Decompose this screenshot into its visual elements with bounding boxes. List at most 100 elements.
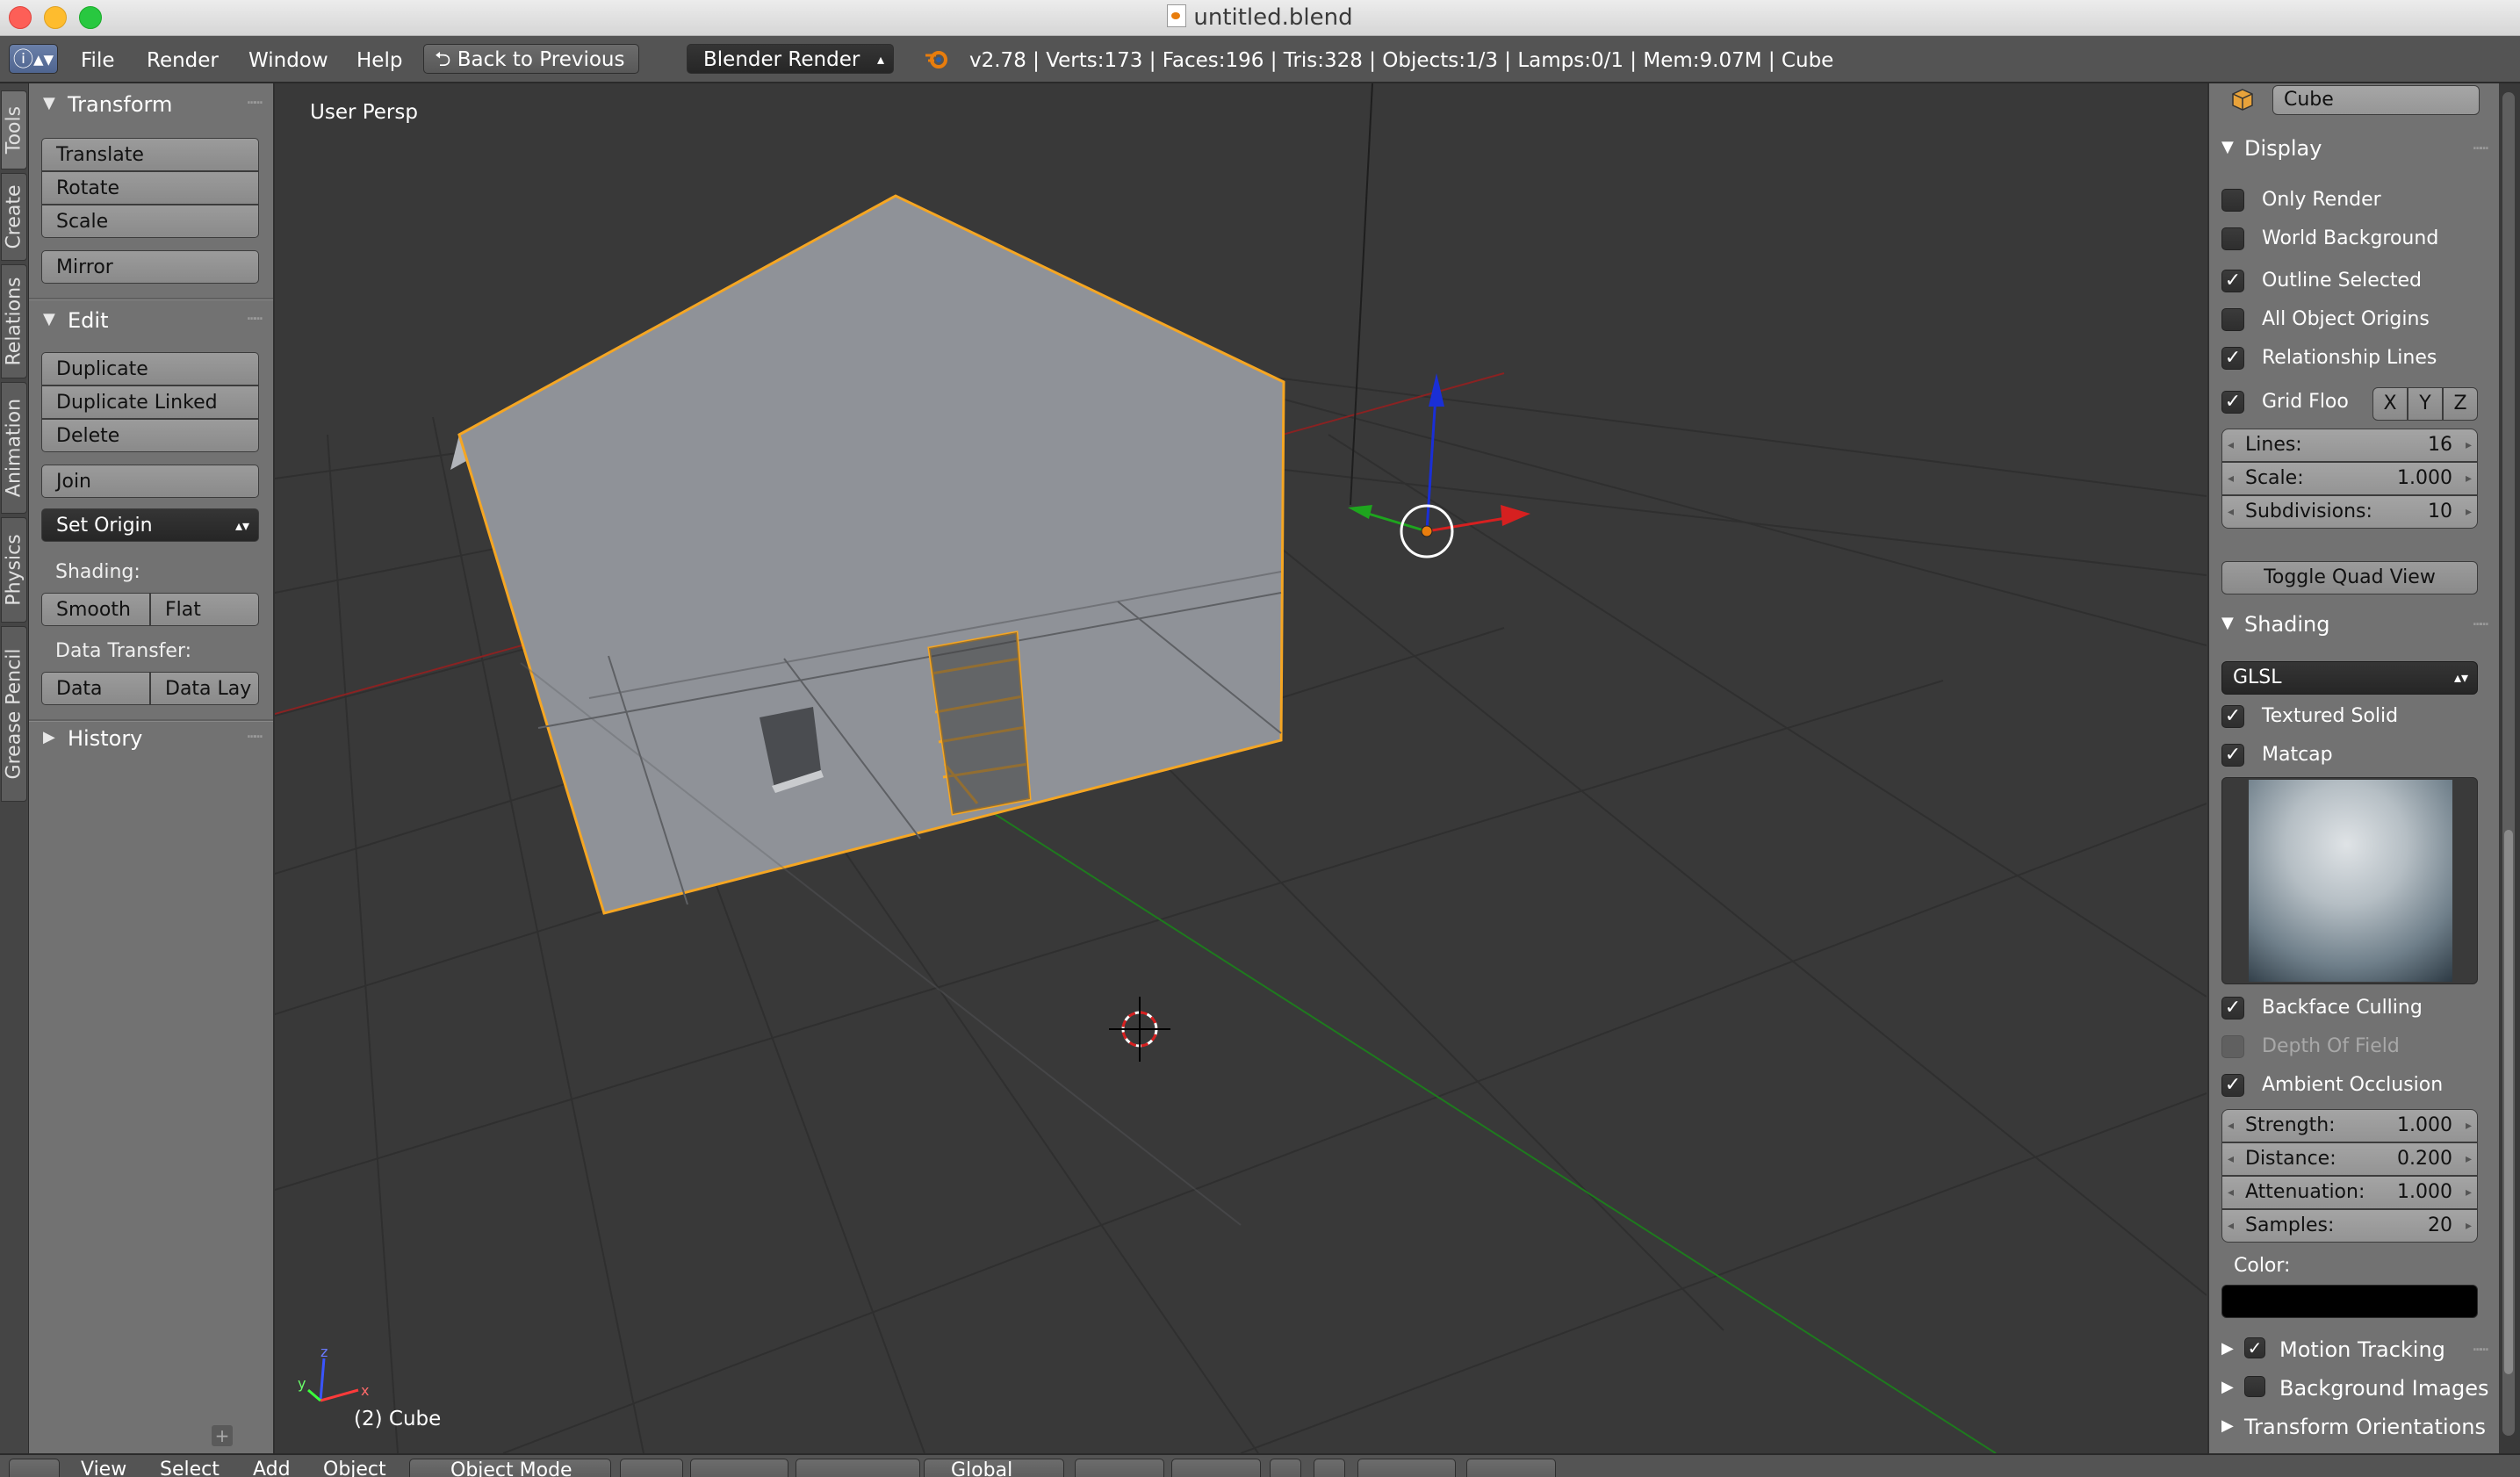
grid-axis-z-toggle[interactable]: Z <box>2443 387 2478 421</box>
checkbox-unchecked[interactable] <box>2221 189 2244 212</box>
increment-arrow-icon[interactable]: ▸ <box>2466 1210 2472 1242</box>
checkbox-unchecked[interactable] <box>2221 308 2244 331</box>
only-render-checkbox[interactable]: Only Render <box>2209 187 2499 217</box>
pivot-point-dropdown[interactable] <box>690 1459 788 1477</box>
ao-distance-field[interactable]: ◂ Distance: 0.200 ▸ <box>2221 1142 2478 1176</box>
increment-arrow-icon[interactable]: ▸ <box>2466 429 2472 461</box>
drag-grip-icon[interactable]: ┅┅ <box>2473 616 2488 632</box>
checkmark-icon[interactable]: ✓ <box>2221 391 2244 414</box>
translate-button[interactable]: Translate <box>41 138 259 171</box>
ao-attenuation-field[interactable]: ◂ Attenuation: 1.000 ▸ <box>2221 1176 2478 1209</box>
layer-buttons-b[interactable] <box>1171 1459 1261 1477</box>
tab-animation[interactable]: Animation <box>1 382 27 514</box>
gizmo-x-arrow[interactable] <box>1501 505 1530 526</box>
grid-axis-x-toggle[interactable]: X <box>2372 387 2408 421</box>
layer-buttons-a[interactable] <box>1075 1459 1164 1477</box>
tab-relations[interactable]: Relations <box>1 264 27 378</box>
checkmark-icon[interactable]: ✓ <box>2221 1074 2244 1097</box>
menu-add[interactable]: Add <box>253 1459 291 1477</box>
data-transfer-button[interactable]: Data <box>41 672 150 705</box>
decrement-arrow-icon[interactable]: ◂ <box>2228 429 2234 461</box>
viewport-shading-dropdown[interactable] <box>620 1459 683 1477</box>
checkmark-icon[interactable]: ✓ <box>2221 705 2244 728</box>
gizmo-y-arrow[interactable] <box>1348 505 1372 519</box>
decrement-arrow-icon[interactable]: ◂ <box>2228 1177 2234 1208</box>
motion-tracking-panel-header[interactable]: ▶ ✓ Motion Tracking ┅┅ <box>2209 1336 2499 1369</box>
back-to-previous-button[interactable]: ⮌ Back to Previous <box>423 44 639 74</box>
checkmark-icon[interactable]: ✓ <box>2244 1337 2265 1358</box>
drag-grip-icon[interactable]: ┅┅ <box>2473 1341 2488 1358</box>
tab-create[interactable]: Create <box>1 173 27 261</box>
ao-strength-field[interactable]: ◂ Strength: 1.000 ▸ <box>2221 1109 2478 1142</box>
drag-grip-icon[interactable]: ┅┅ <box>248 728 263 745</box>
set-origin-dropdown[interactable]: Set Origin ▴▾ <box>41 508 259 542</box>
menu-window[interactable]: Window <box>248 49 328 72</box>
menu-select[interactable]: Select <box>160 1459 220 1477</box>
backface-culling-checkbox[interactable]: ✓ Backface Culling <box>2209 995 2499 1025</box>
tab-grease-pencil[interactable]: Grease Pencil <box>1 626 27 802</box>
depth-of-field-checkbox[interactable]: Depth Of Field <box>2209 1034 2499 1063</box>
tab-tools[interactable]: Tools <box>1 90 27 169</box>
history-panel-header[interactable]: ▶ History ┅┅ <box>29 724 273 756</box>
editor-type-selector[interactable] <box>9 1459 60 1477</box>
transform-panel-header[interactable]: ▼ Transform ┅┅ <box>29 90 273 122</box>
increment-arrow-icon[interactable]: ▸ <box>2466 1143 2472 1175</box>
world-background-checkbox[interactable]: World Background <box>2209 226 2499 256</box>
decrement-arrow-icon[interactable]: ◂ <box>2228 463 2234 494</box>
decrement-arrow-icon[interactable]: ◂ <box>2228 496 2234 528</box>
ambient-occlusion-checkbox[interactable]: ✓ Ambient Occlusion <box>2209 1072 2499 1102</box>
increment-arrow-icon[interactable]: ▸ <box>2466 496 2472 528</box>
tab-physics[interactable]: Physics <box>1 517 27 623</box>
3d-cursor[interactable] <box>1109 997 1170 1062</box>
proportional-edit-button[interactable] <box>1314 1459 1345 1477</box>
checkbox-unchecked[interactable] <box>2221 227 2244 250</box>
duplicate-button[interactable]: Duplicate <box>41 352 259 385</box>
shading-mode-dropdown[interactable]: GLSL ▴▾ <box>2221 661 2478 695</box>
transform-orientation-dropdown[interactable]: Global <box>924 1459 1064 1477</box>
grid-axis-y-toggle[interactable]: Y <box>2408 387 2443 421</box>
shade-smooth-button[interactable]: Smooth <box>41 593 150 626</box>
duplicate-linked-button[interactable]: Duplicate Linked <box>41 385 259 419</box>
matcap-checkbox[interactable]: ✓ Matcap <box>2209 742 2499 772</box>
shading-panel-header[interactable]: ▼ Shading ┅┅ <box>2209 610 2499 644</box>
render-buttons[interactable] <box>1466 1459 1556 1477</box>
increment-arrow-icon[interactable]: ▸ <box>2466 1110 2472 1142</box>
scale-button[interactable]: Scale <box>41 205 259 238</box>
properties-scrollbar[interactable] <box>2502 92 2515 1436</box>
menu-help[interactable]: Help <box>356 49 402 72</box>
drag-grip-icon[interactable]: ┅┅ <box>2473 140 2488 156</box>
display-panel-header[interactable]: ▼ Display ┅┅ <box>2209 134 2499 168</box>
menu-view[interactable]: View <box>81 1459 126 1477</box>
transform-orientations-panel-header[interactable]: ▶ Transform Orientations <box>2209 1413 2499 1446</box>
join-button[interactable]: Join <box>41 465 259 498</box>
3d-viewport[interactable]: z x y User Persp (2) Cube <box>275 83 2207 1453</box>
shade-flat-button[interactable]: Flat <box>150 593 259 626</box>
relationship-lines-checkbox[interactable]: ✓ Relationship Lines <box>2209 345 2499 375</box>
snap-toggles[interactable] <box>1357 1459 1456 1477</box>
toggle-quad-view-button[interactable]: Toggle Quad View <box>2221 561 2478 594</box>
decrement-arrow-icon[interactable]: ◂ <box>2228 1143 2234 1175</box>
rotate-button[interactable]: Rotate <box>41 171 259 205</box>
outline-selected-checkbox[interactable]: ✓ Outline Selected <box>2209 268 2499 298</box>
editor-type-selector[interactable]: ⓘ▴▾ <box>9 44 58 74</box>
matcap-preview[interactable] <box>2221 777 2478 984</box>
decrement-arrow-icon[interactable]: ◂ <box>2228 1110 2234 1142</box>
add-region-icon[interactable]: + <box>212 1425 233 1446</box>
grid-lines-field[interactable]: ◂ Lines: 16 ▸ <box>2221 429 2478 462</box>
textured-solid-checkbox[interactable]: ✓ Textured Solid <box>2209 703 2499 733</box>
decrement-arrow-icon[interactable]: ◂ <box>2228 1210 2234 1242</box>
drag-grip-icon[interactable]: ┅┅ <box>248 310 263 327</box>
manipulator-toggles[interactable] <box>796 1459 920 1477</box>
render-engine-dropdown[interactable]: Blender Render ▴ <box>687 44 894 74</box>
checkmark-icon[interactable]: ✓ <box>2221 270 2244 292</box>
menu-object[interactable]: Object <box>323 1459 386 1477</box>
menu-render[interactable]: Render <box>147 49 219 72</box>
checkmark-icon[interactable]: ✓ <box>2221 744 2244 767</box>
all-object-origins-checkbox[interactable]: All Object Origins <box>2209 306 2499 336</box>
menu-file[interactable]: File <box>81 49 115 72</box>
grid-subdivisions-field[interactable]: ◂ Subdivisions: 10 ▸ <box>2221 495 2478 529</box>
background-images-panel-header[interactable]: ▶ Background Images <box>2209 1374 2499 1408</box>
increment-arrow-icon[interactable]: ▸ <box>2466 1177 2472 1208</box>
drag-grip-icon[interactable]: ┅┅ <box>248 94 263 111</box>
checkmark-icon[interactable]: ✓ <box>2221 347 2244 370</box>
